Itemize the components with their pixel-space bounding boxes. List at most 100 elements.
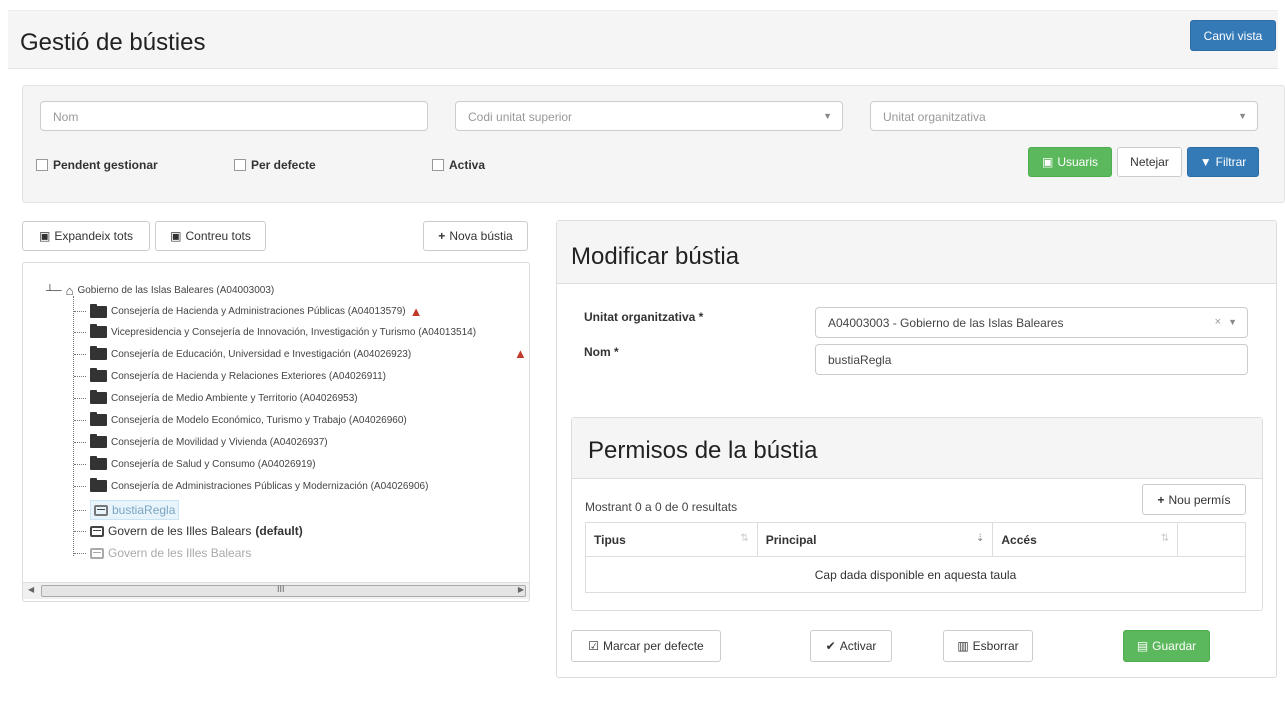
scroll-thumb[interactable]: III [41, 584, 526, 597]
tree-folder-label: Vicepresidencia y Consejería de Innovaci… [111, 326, 477, 338]
new-permission-button[interactable]: + Nou permís [1142, 484, 1246, 515]
tree-folder-label: Consejería de Administraciones Públicas … [111, 480, 429, 492]
activate-button[interactable]: ✔ Activar [810, 630, 892, 662]
folder-icon [90, 434, 107, 448]
save-label: Guardar [1152, 639, 1197, 653]
chevron-down-icon[interactable]: ▼ [1228, 317, 1237, 327]
new-permission-label: Nou permís [1168, 492, 1231, 507]
usuaris-label: Usuaris [1057, 155, 1099, 169]
folder-icon [90, 324, 107, 338]
tree-folder-row[interactable]: Consejería de Hacienda y Relaciones Exte… [74, 368, 386, 382]
tree-folder-row[interactable]: Consejería de Hacienda y Administracione… [74, 303, 423, 319]
table-header-row: Tipus ⇅ Principal ⇣ Accés ⇅ [585, 522, 1246, 557]
panel-title: Modificar bústia [571, 243, 740, 270]
excel-icon: ▣ [1041, 155, 1054, 169]
unitat-label: Unitat organitzativa * [584, 310, 704, 324]
scroll-left-icon[interactable]: ◀ [28, 585, 34, 594]
tree-mailbox-row[interactable]: Govern de les Illes Balears (default) [74, 524, 303, 538]
expand-all-button[interactable]: ▣ Expandeix tots [22, 221, 150, 251]
scroll-grip: III [277, 584, 285, 594]
tree-mailbox-label: bustiaRegla [112, 503, 176, 517]
usuaris-button[interactable]: ▣ Usuaris [1028, 147, 1112, 177]
pendent-checkbox[interactable]: Pendent gestionar [36, 158, 158, 172]
folder-icon [90, 456, 107, 470]
column-header-tipus[interactable]: Tipus ⇅ [585, 522, 758, 557]
tree-mailbox-row[interactable]: Govern de les Illes Balears [74, 546, 251, 560]
netejar-button[interactable]: Netejar [1117, 147, 1182, 177]
column-label: Principal [765, 532, 817, 547]
new-mailbox-label: Nova bústia [449, 229, 513, 243]
unitat-select[interactable]: Unitat organitzativa ▼ [870, 101, 1258, 131]
delete-label: Esborrar [972, 639, 1019, 653]
column-label: Accés [1001, 532, 1037, 547]
mark-default-label: Marcar per defecte [603, 639, 704, 653]
tree-connector [74, 552, 86, 554]
tree-mailbox-label: Govern de les Illes Balears [108, 546, 252, 560]
permissions-header: Permisos de la bústia [572, 418, 1262, 479]
delete-button[interactable]: ▥ Esborrar [943, 630, 1033, 662]
checkbox-box[interactable] [36, 159, 48, 171]
checkbox-box[interactable] [432, 159, 444, 171]
tree-folder-label: Consejería de Salud y Consumo (A04026919… [111, 458, 316, 470]
new-mailbox-button[interactable]: + Nova bústia [423, 221, 528, 251]
unitat-placeholder: Unitat organitzativa [883, 110, 986, 124]
tree-connector [74, 311, 86, 312]
chevron-down-icon: ▼ [1238, 111, 1247, 121]
tree-connector [74, 331, 86, 333]
save-button[interactable]: ▤ Guardar [1123, 630, 1210, 662]
folder-icon [90, 478, 107, 492]
nom-filter-input[interactable]: Nom [40, 101, 428, 131]
tree-folder-row[interactable]: Consejería de Administraciones Públicas … [74, 478, 429, 492]
tree-folder-label: Consejería de Hacienda y Administracione… [111, 306, 406, 317]
tree-connector [74, 353, 86, 355]
collapse-all-button[interactable]: ▣ Contreu tots [155, 221, 266, 251]
tree-folder-row[interactable]: Consejería de Modelo Económico, Turismo … [74, 412, 407, 426]
table-row: Cap dada disponible en aquesta taula [585, 556, 1246, 593]
permissions-title: Permisos de la bústia [588, 437, 818, 464]
nom-input[interactable]: bustiaRegla [815, 344, 1248, 375]
tree-mailbox-selected[interactable]: bustiaRegla [74, 500, 180, 520]
checkbox-box[interactable] [234, 159, 246, 171]
per-defecte-checkbox[interactable]: Per defecte [234, 158, 316, 172]
filtrar-label: Filtrar [1215, 155, 1247, 169]
column-header-acces[interactable]: Accés ⇅ [992, 522, 1179, 557]
sort-asc-icon: ⇣ [975, 533, 985, 544]
tree-connector [74, 419, 86, 421]
folder-icon [90, 368, 107, 382]
tree-folder-label: Consejería de Modelo Económico, Turismo … [111, 414, 407, 426]
column-header-principal[interactable]: Principal ⇣ [756, 522, 994, 557]
tree-mailbox-highlight: bustiaRegla [90, 500, 180, 520]
collapse-toggle-icon[interactable]: ┴─ [46, 285, 62, 297]
tree-folder-label: Consejería de Educación, Universidad e I… [111, 348, 412, 360]
filter-icon: ▼ [1199, 155, 1212, 169]
folder-icon [90, 303, 107, 318]
tree-connector [74, 485, 86, 487]
clear-icon[interactable]: × [1215, 316, 1221, 328]
expand-label: Expandeix tots [54, 229, 134, 243]
scroll-right-icon[interactable]: ▶ [518, 585, 524, 594]
column-header-actions [1177, 522, 1246, 557]
horizontal-scrollbar[interactable]: ◀ III ▶ [23, 582, 529, 599]
tree-folder-row[interactable]: Consejería de Movilidad y Vivienda (A040… [74, 434, 328, 448]
page-title: Gestió de bústies [20, 29, 206, 56]
tree-root[interactable]: ┴─ ⌂ Gobierno de las Islas Baleares (A04… [46, 283, 274, 298]
tree-folder-row[interactable]: Vicepresidencia y Consejería de Innovaci… [74, 324, 477, 338]
codi-unitat-select[interactable]: Codi unitat superior ▼ [455, 101, 843, 131]
tree-folder-row[interactable]: Consejería de Salud y Consumo (A04026919… [74, 456, 316, 470]
check-square-icon: ☑ [588, 639, 600, 653]
filtrar-button[interactable]: ▼ Filtrar [1187, 147, 1259, 177]
activate-label: Activar [839, 639, 877, 653]
home-icon: ⌂ [65, 283, 74, 298]
sort-icon: ⇅ [740, 533, 749, 544]
unitat-organitzativa-select[interactable]: A04003003 - Gobierno de las Islas Balear… [815, 307, 1248, 338]
tree-connector [74, 530, 86, 532]
change-view-button[interactable]: Canvi vista [1190, 20, 1276, 51]
activa-checkbox[interactable]: Activa [432, 158, 485, 172]
mark-default-button[interactable]: ☑ Marcar per defecte [571, 630, 721, 662]
results-info: Mostrant 0 a 0 de 0 resultats [585, 500, 738, 514]
tree-folder-label: Consejería de Movilidad y Vivienda (A040… [111, 436, 328, 448]
tree-folder-row[interactable]: Consejería de Educación, Universidad e I… [74, 346, 412, 360]
chevron-down-icon: ▼ [823, 111, 832, 121]
tree-folder-row[interactable]: Consejería de Medio Ambiente y Territori… [74, 390, 358, 404]
tree-mailbox-label: Govern de les Illes Balears [108, 524, 252, 538]
